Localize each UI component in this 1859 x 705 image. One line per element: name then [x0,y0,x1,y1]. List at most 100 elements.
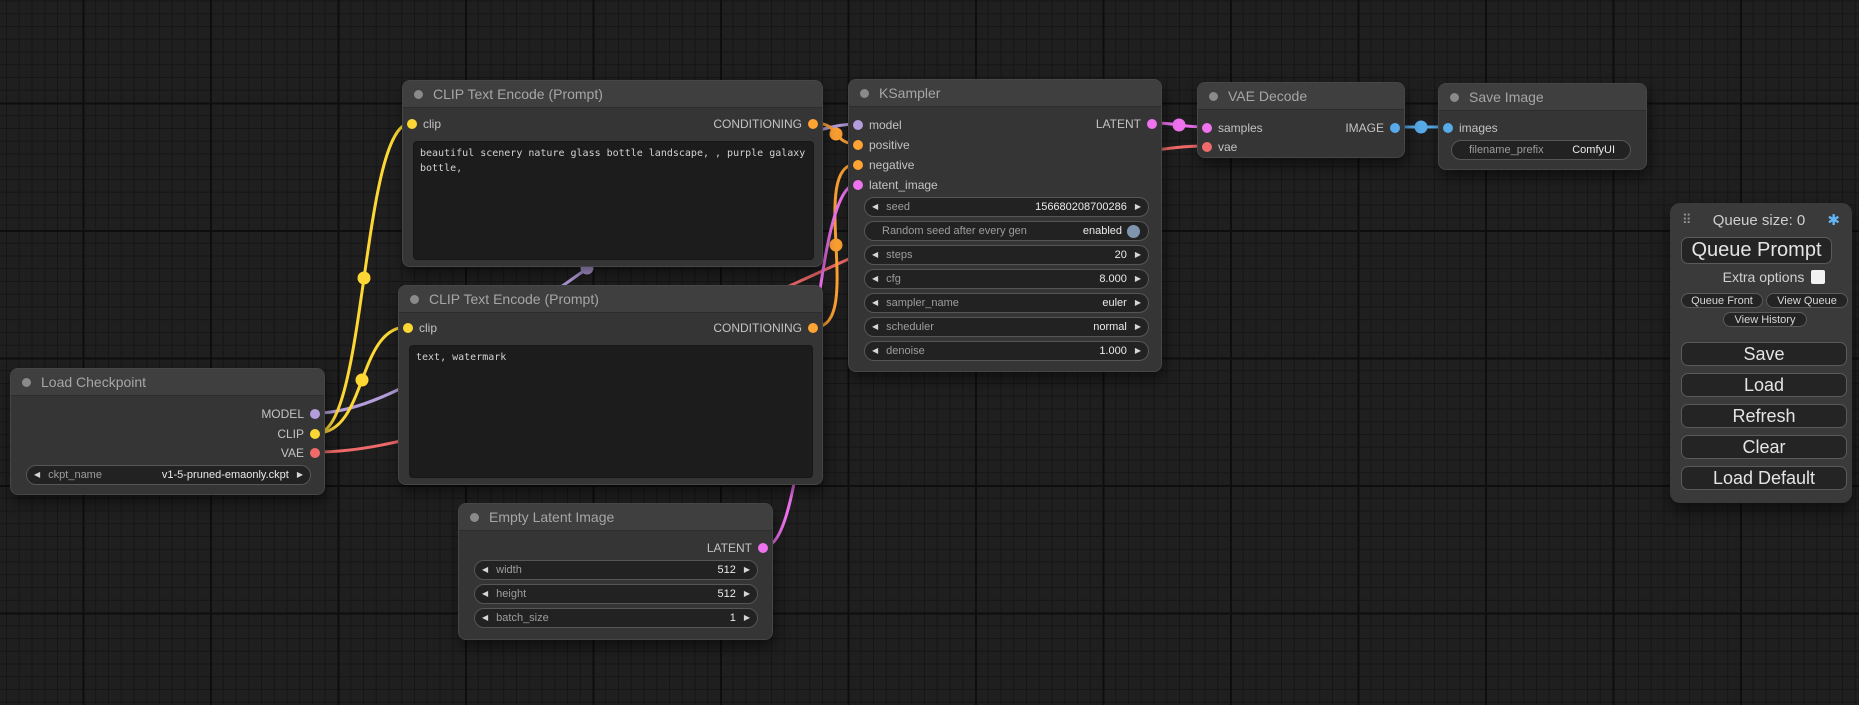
load-default-button[interactable]: Load Default [1681,466,1847,490]
queue-panel: ⠿ Queue size: 0 ✱ Queue Prompt Extra opt… [1670,203,1852,503]
prompt-textarea[interactable]: text, watermark [409,345,813,478]
extra-options-checkbox[interactable] [1811,270,1825,284]
node-header[interactable]: CLIP Text Encode (Prompt) [403,81,822,108]
node-header[interactable]: KSampler [849,80,1161,107]
collapse-dot-icon[interactable] [470,513,479,522]
port-dot-conditioning[interactable] [808,323,818,333]
wire-midpoint-dot[interactable] [830,128,843,141]
decrement-icon[interactable]: ◀ [482,566,488,574]
port-dot-clip[interactable] [310,429,320,439]
wire-midpoint-dot[interactable] [1173,119,1186,132]
cfg-widget[interactable]: ◀ cfg 8.000 ▶ [864,269,1149,289]
increment-icon[interactable]: ▶ [1135,323,1141,331]
node-header[interactable]: Empty Latent Image [459,504,772,531]
random-seed-toggle-widget[interactable]: Random seed after every gen enabled [864,221,1149,241]
node-clip-text-encode-positive[interactable]: CLIP Text Encode (Prompt) clip CONDITION… [402,80,823,267]
collapse-dot-icon[interactable] [860,89,869,98]
widget-value: enabled [1083,225,1122,237]
port-dot-vae[interactable] [1202,142,1212,152]
port-dot-conditioning[interactable] [853,160,863,170]
node-header[interactable]: CLIP Text Encode (Prompt) [399,286,822,313]
view-queue-button[interactable]: View Queue [1766,293,1848,308]
port-dot-conditioning[interactable] [853,140,863,150]
decrement-icon[interactable]: ◀ [872,323,878,331]
decrement-icon[interactable]: ◀ [872,203,878,211]
port-dot-image[interactable] [1443,123,1453,133]
collapse-dot-icon[interactable] [1209,92,1218,101]
input-port-negative: negative [849,157,914,173]
drag-handle-icon[interactable]: ⠿ [1682,212,1691,228]
node-header[interactable]: Save Image [1439,84,1646,111]
decrement-icon[interactable]: ◀ [872,299,878,307]
decrement-icon[interactable]: ◀ [482,614,488,622]
port-dot-clip[interactable] [403,323,413,333]
toggle-dot-icon[interactable] [1127,225,1140,238]
clear-button[interactable]: Clear [1681,435,1847,459]
decrement-icon[interactable]: ◀ [482,590,488,598]
wire-midpoint-dot[interactable] [1415,121,1428,134]
widget-label: Random seed after every gen [882,225,1027,237]
refresh-button[interactable]: Refresh [1681,404,1847,428]
seed-widget[interactable]: ◀ seed 156680208700286 ▶ [864,197,1149,217]
increment-icon[interactable]: ▶ [1135,251,1141,259]
prompt-textarea[interactable]: beautiful scenery nature glass bottle la… [413,141,814,260]
node-header[interactable]: Load Checkpoint [11,369,324,396]
increment-icon[interactable]: ▶ [297,471,303,479]
sampler-name-widget[interactable]: ◀ sampler_name euler ▶ [864,293,1149,313]
node-ksampler[interactable]: KSampler model positive negative latent_… [848,79,1162,372]
decrement-icon[interactable]: ◀ [872,251,878,259]
port-dot-model[interactable] [310,409,320,419]
filename-prefix-widget[interactable]: filename_prefix ComfyUI [1451,140,1631,160]
collapse-dot-icon[interactable] [22,378,31,387]
decrement-icon[interactable]: ◀ [872,347,878,355]
settings-gear-icon[interactable]: ✱ [1827,211,1840,229]
node-empty-latent-image[interactable]: Empty Latent Image LATENT ◀ width 512 ▶ … [458,503,773,640]
port-dot-latent[interactable] [1202,123,1212,133]
view-history-button[interactable]: View History [1723,312,1807,327]
node-clip-text-encode-negative[interactable]: CLIP Text Encode (Prompt) clip CONDITION… [398,285,823,485]
scheduler-widget[interactable]: ◀ scheduler normal ▶ [864,317,1149,337]
queue-front-button[interactable]: Queue Front [1681,293,1763,308]
width-widget[interactable]: ◀ width 512 ▶ [474,560,758,580]
decrement-icon[interactable]: ◀ [872,275,878,283]
collapse-dot-icon[interactable] [414,90,423,99]
output-port-latent: LATENT [707,540,772,556]
wire-midpoint-dot[interactable] [356,374,369,387]
increment-icon[interactable]: ▶ [744,590,750,598]
increment-icon[interactable]: ▶ [1135,203,1141,211]
port-dot-latent[interactable] [853,180,863,190]
port-dot-latent[interactable] [1147,119,1157,129]
queue-prompt-button[interactable]: Queue Prompt [1681,237,1832,264]
load-button[interactable]: Load [1681,373,1847,397]
node-load-checkpoint[interactable]: Load Checkpoint MODEL CLIP VAE ◀ ckpt_na… [10,368,325,495]
increment-icon[interactable]: ▶ [1135,275,1141,283]
batch-size-widget[interactable]: ◀ batch_size 1 ▶ [474,608,758,628]
port-dot-conditioning[interactable] [808,119,818,129]
node-header[interactable]: VAE Decode [1198,83,1404,110]
increment-icon[interactable]: ▶ [1135,347,1141,355]
denoise-widget[interactable]: ◀ denoise 1.000 ▶ [864,341,1149,361]
collapse-dot-icon[interactable] [410,295,419,304]
increment-icon[interactable]: ▶ [1135,299,1141,307]
wire-midpoint-dot[interactable] [830,239,843,252]
node-save-image[interactable]: Save Image images filename_prefix ComfyU… [1438,83,1647,170]
input-port-samples: samples [1198,120,1263,136]
port-dot-model[interactable] [853,120,863,130]
port-dot-image[interactable] [1390,123,1400,133]
port-dot-vae[interactable] [310,448,320,458]
wire-midpoint-dot[interactable] [358,272,371,285]
port-dot-clip[interactable] [407,119,417,129]
increment-icon[interactable]: ▶ [744,566,750,574]
save-button[interactable]: Save [1681,342,1847,366]
input-port-clip: clip [399,320,437,336]
node-vae-decode[interactable]: VAE Decode samples vae IMAGE [1197,82,1405,158]
height-widget[interactable]: ◀ height 512 ▶ [474,584,758,604]
node-title: KSampler [879,85,940,101]
decrement-icon[interactable]: ◀ [34,471,40,479]
steps-widget[interactable]: ◀ steps 20 ▶ [864,245,1149,265]
port-dot-latent[interactable] [758,543,768,553]
ckpt-name-widget[interactable]: ◀ ckpt_name v1-5-pruned-emaonly.ckpt ▶ [26,465,311,485]
increment-icon[interactable]: ▶ [744,614,750,622]
collapse-dot-icon[interactable] [1450,93,1459,102]
port-label: MODEL [261,407,304,421]
